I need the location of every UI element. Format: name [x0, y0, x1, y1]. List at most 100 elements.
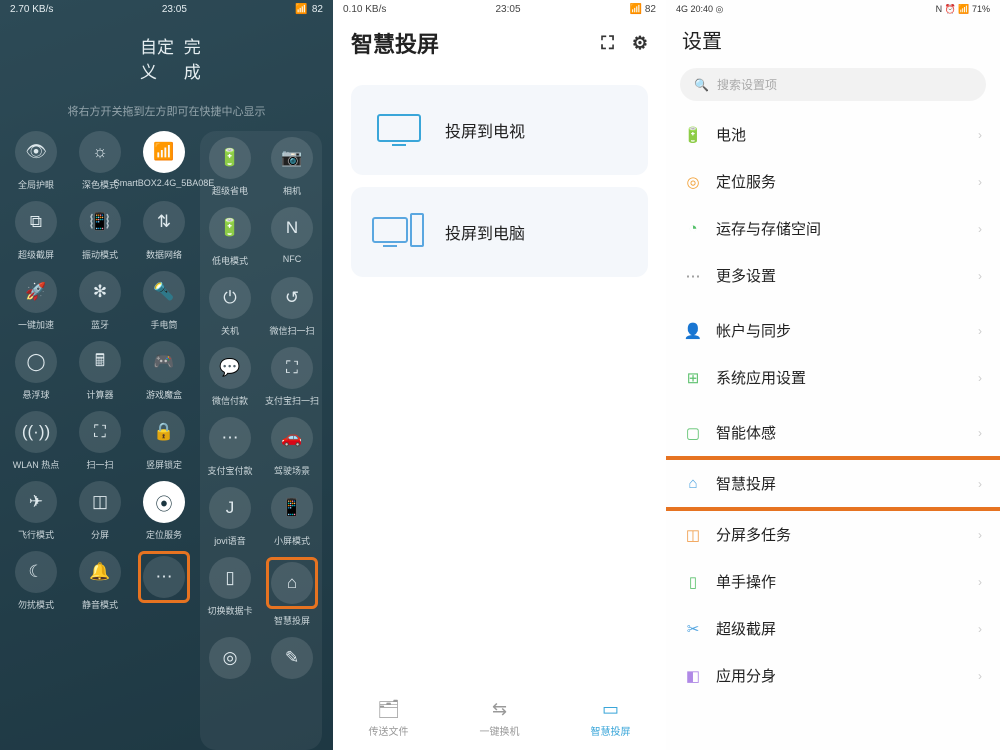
qs-icon[interactable]: J — [209, 487, 251, 529]
qs-icon[interactable]: ☾ — [15, 551, 57, 593]
qs-tile[interactable]: ⋯ — [134, 551, 194, 611]
qs-tile[interactable]: ⇅数据网络 — [134, 201, 194, 261]
chevron-icon: › — [978, 324, 982, 338]
qs-tile[interactable]: ▯切换数据卡 — [200, 557, 260, 627]
qs-tile[interactable]: ⦿定位服务 — [134, 481, 194, 541]
qs-tile[interactable]: 💬微信付款 — [200, 347, 260, 407]
qs-tile[interactable]: ⛶ 支付宝扫一扫 — [262, 347, 322, 407]
qs-icon[interactable]: 🔦 — [143, 271, 185, 313]
qs-icon[interactable]: 🖩 — [79, 341, 121, 383]
qs-tile[interactable]: NNFC — [262, 207, 322, 267]
qs-tile[interactable]: ⋯支付宝付款 — [200, 417, 260, 477]
qs-tile[interactable]: 🚀一键加速 — [6, 271, 66, 331]
qs-icon[interactable]: ▯ — [209, 557, 251, 599]
qs-icon[interactable]: ⏻ — [209, 277, 251, 319]
qs-tile[interactable]: 🎮游戏魔盒 — [134, 341, 194, 401]
qs-icon[interactable]: 📷 — [271, 137, 313, 179]
qs-tile[interactable]: ☾勿扰模式 — [6, 551, 66, 611]
nav-item[interactable]: ▭智慧投屏 — [591, 699, 631, 738]
qs-icon[interactable]: ☼ — [79, 131, 121, 173]
qs-tile[interactable]: ⛶扫一扫 — [70, 411, 130, 471]
qs-tile[interactable]: ◫分屏 — [70, 481, 130, 541]
qs-icon[interactable]: ⇅ — [143, 201, 185, 243]
settings-item[interactable]: ▢智能体感› — [666, 409, 1000, 456]
qs-icon[interactable]: 🔋 — [209, 137, 251, 179]
settings-item[interactable]: ⌂智慧投屏› — [666, 456, 1000, 511]
qs-icon[interactable]: ((·)) — [15, 411, 57, 453]
settings-label: 运存与存储空间 — [716, 218, 821, 239]
qs-icon[interactable]: ✈ — [15, 481, 57, 523]
qs-icon[interactable]: ◯ — [15, 341, 57, 383]
qs-icon[interactable]: 💬 — [209, 347, 251, 389]
nav-item[interactable]: ⇆一键换机 — [480, 699, 520, 738]
settings-item[interactable]: ◧应用分身› — [666, 652, 1000, 699]
qs-tile[interactable]: 🔦手电筒 — [134, 271, 194, 331]
qs-tile[interactable]: 🔔静音模式 — [70, 551, 130, 611]
settings-item[interactable]: ◔运存与存储空间› — [666, 205, 1000, 252]
qs-tile[interactable]: ◎ — [200, 637, 260, 684]
settings-item[interactable]: 👤帐户与同步› — [666, 307, 1000, 354]
qs-icon[interactable]: ⋯ — [209, 417, 251, 459]
qs-icon[interactable]: ◎ — [209, 637, 251, 679]
qs-icon[interactable]: ⌂ — [271, 562, 313, 604]
qs-tile[interactable]: ⧉超级截屏 — [6, 201, 66, 261]
qs-icon[interactable]: 📳 — [79, 201, 121, 243]
chevron-icon: › — [978, 426, 982, 440]
qs-label: 支付宝扫一扫 — [265, 394, 319, 407]
qs-tile[interactable]: 📳振动模式 — [70, 201, 130, 261]
cast-card[interactable]: 投屏到电视 — [351, 85, 648, 175]
qs-tile[interactable]: ✻蓝牙 — [70, 271, 130, 331]
qs-icon[interactable]: ⛶ — [79, 411, 121, 453]
gear-icon[interactable]: ⚙ — [632, 33, 648, 54]
settings-item[interactable]: 🔋电池› — [666, 111, 1000, 158]
qs-tile[interactable]: ((·))WLAN 热点 — [6, 411, 66, 471]
qs-icon[interactable]: ⋯ — [143, 556, 185, 598]
qs-tile[interactable]: 🔒竖屏锁定 — [134, 411, 194, 471]
qs-tile[interactable]: 📱小屏模式 — [262, 487, 322, 547]
qs-icon[interactable]: ↺ — [271, 277, 313, 319]
bottom-nav: 🗂传送文件 ⇆一键换机 ▭智慧投屏 — [333, 693, 666, 744]
search-input[interactable]: 🔍 搜索设置项 — [680, 68, 986, 101]
settings-item[interactable]: ◎定位服务› — [666, 158, 1000, 205]
qs-tile[interactable]: 📷相机 — [262, 137, 322, 197]
qs-icon[interactable]: 🔒 — [143, 411, 185, 453]
qs-icon[interactable]: 📱 — [271, 487, 313, 529]
qs-icon[interactable]: N — [271, 207, 313, 249]
qs-tile[interactable]: ◯悬浮球 — [6, 341, 66, 401]
settings-item[interactable]: ⊞系统应用设置› — [666, 354, 1000, 401]
qs-icon[interactable]: 🚗 — [271, 417, 313, 459]
qs-icon[interactable]: 🔋 — [209, 207, 251, 249]
qs-icon[interactable]: ✻ — [79, 271, 121, 313]
settings-item[interactable]: ◫分屏多任务› — [666, 511, 1000, 558]
qs-tile[interactable]: 👁全局护眼 — [6, 131, 66, 191]
nav-item[interactable]: 🗂传送文件 — [369, 699, 409, 738]
done-button[interactable]: 完成 — [184, 33, 213, 83]
settings-item[interactable]: ▯单手操作› — [666, 558, 1000, 605]
qs-icon[interactable]: ◫ — [79, 481, 121, 523]
qs-tile[interactable]: ⏻关机 — [200, 277, 260, 337]
qs-icon[interactable]: 🚀 — [15, 271, 57, 313]
qs-tile[interactable]: ⌂智慧投屏 — [262, 557, 322, 627]
qs-tile[interactable]: Jjovi语音 — [200, 487, 260, 547]
qs-tile[interactable]: 🔋低电模式 — [200, 207, 260, 267]
customize-label[interactable]: 自定义 — [140, 33, 184, 83]
qs-tile[interactable]: 🔋超级省电 — [200, 137, 260, 197]
scan-icon[interactable]: ⛶ — [601, 33, 614, 54]
qs-icon[interactable]: ⛶ — [271, 347, 313, 389]
qs-tile[interactable]: 🖩计算器 — [70, 341, 130, 401]
cast-card[interactable]: 投屏到电脑 — [351, 187, 648, 277]
qs-tile[interactable]: 🚗驾驶场景 — [262, 417, 322, 477]
qs-icon[interactable]: ⧉ — [15, 201, 57, 243]
qs-icon[interactable]: ✎ — [271, 637, 313, 679]
qs-icon[interactable]: 🎮 — [143, 341, 185, 383]
qs-tile[interactable]: ✎ — [262, 637, 322, 684]
qs-icon[interactable]: 👁 — [15, 131, 57, 173]
qs-icon[interactable]: ⦿ — [143, 481, 185, 523]
qs-tile[interactable]: 📶SmartBOX2.4G_5BA08E — [134, 131, 194, 191]
qs-icon[interactable]: 🔔 — [79, 551, 121, 593]
qs-tile[interactable]: ✈飞行模式 — [6, 481, 66, 541]
qs-icon[interactable]: 📶 — [143, 131, 185, 173]
settings-item[interactable]: ⋯更多设置› — [666, 252, 1000, 299]
qs-tile[interactable]: ↺微信扫一扫 — [262, 277, 322, 337]
settings-item[interactable]: ✂超级截屏› — [666, 605, 1000, 652]
